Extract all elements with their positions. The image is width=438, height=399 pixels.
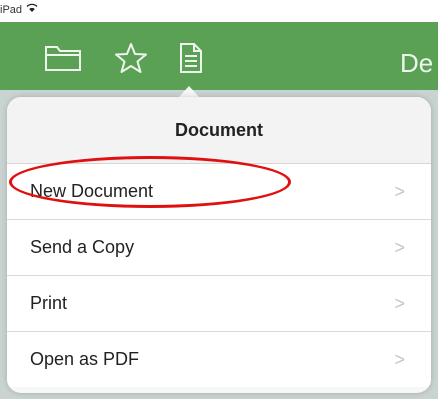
chevron-right-icon: > (394, 237, 405, 257)
menu-item-open-as-pdf[interactable]: Open as PDF > (7, 332, 431, 387)
star-icon[interactable] (114, 42, 148, 74)
chevron-right-icon: > (394, 349, 405, 369)
menu-item-label: New Document (30, 181, 154, 201)
chevron-right-icon: > (394, 181, 405, 201)
status-bar: iPad (0, 0, 438, 22)
device-status: iPad (0, 3, 38, 16)
menu-item-print[interactable]: Print > (7, 276, 431, 332)
popover-title: Document (7, 97, 431, 164)
menu-item-new-document[interactable]: New Document > (7, 164, 431, 220)
document-icon[interactable] (178, 42, 204, 74)
folder-icon[interactable] (44, 42, 82, 72)
menu-item-send-a-copy[interactable]: Send a Copy > (7, 220, 431, 276)
wifi-icon (26, 3, 38, 12)
menu-item-label: Send a Copy (30, 237, 135, 257)
device-label: iPad (0, 4, 23, 16)
document-popover: Document New Document > Send a Copy > Pr… (7, 97, 431, 393)
menu-item-label: Open as PDF (30, 349, 140, 369)
toolbar: De (0, 22, 438, 90)
menu-item-label: Print (30, 293, 68, 313)
toolbar-title: De (400, 48, 434, 78)
chevron-right-icon: > (394, 293, 405, 313)
